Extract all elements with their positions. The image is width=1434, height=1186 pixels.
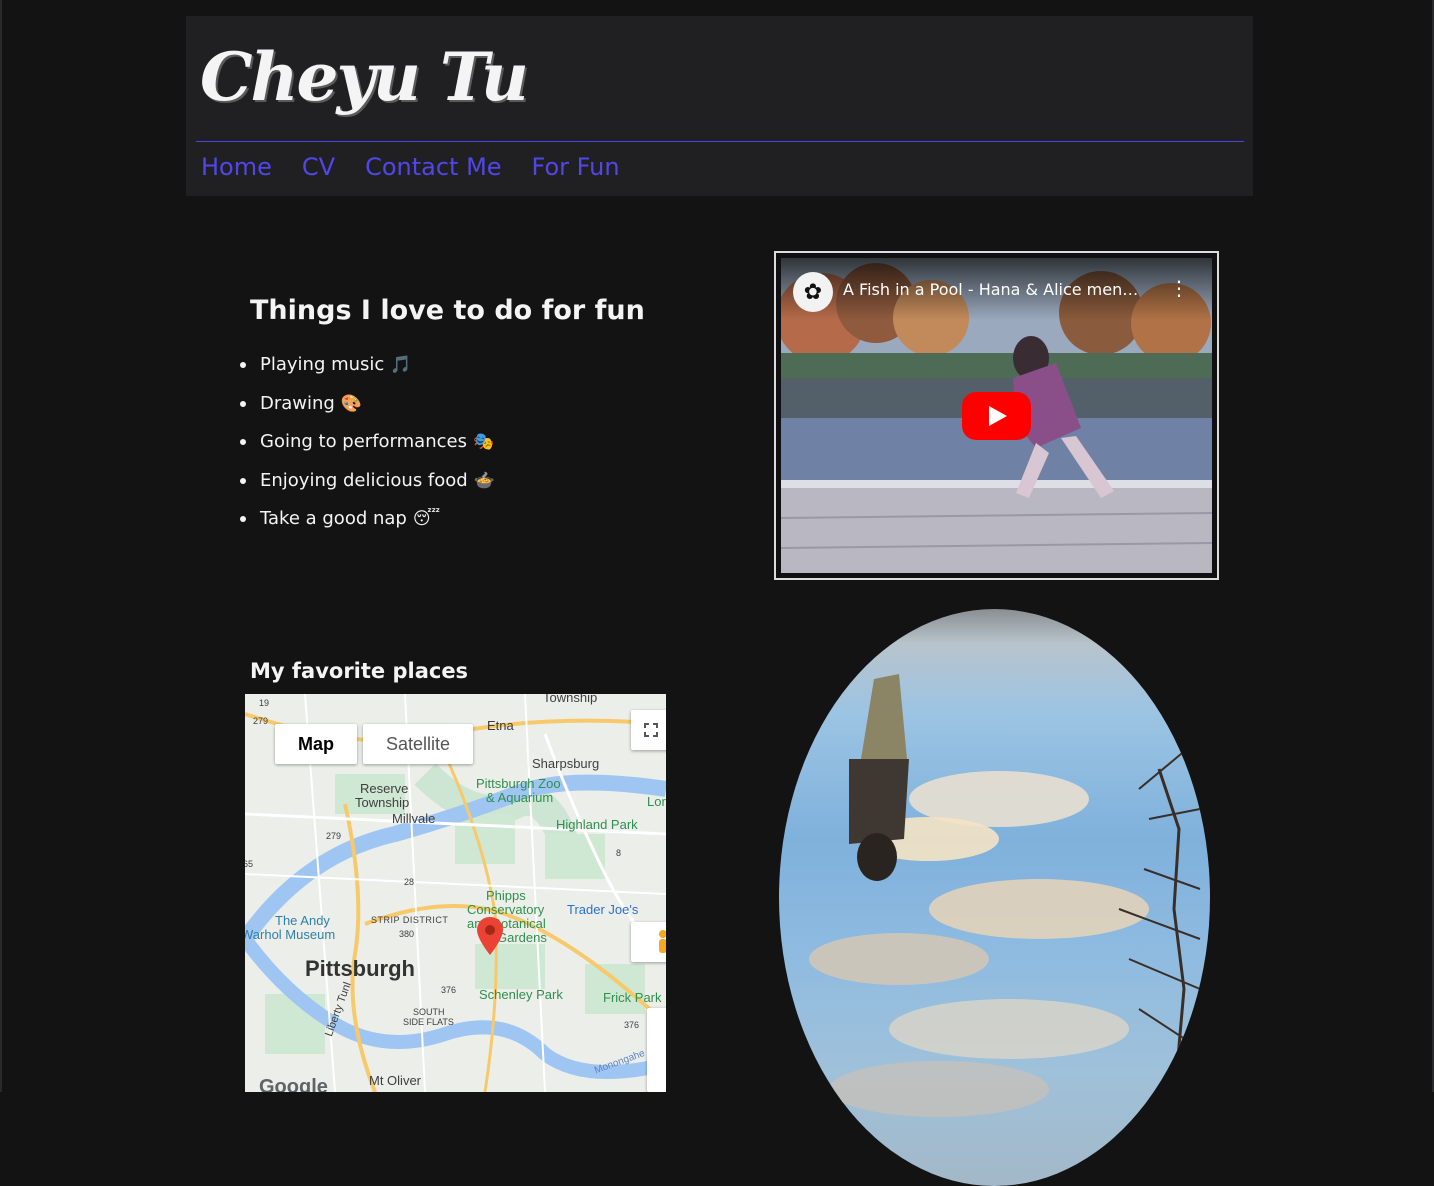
map-label: Mt Oliver [369,1073,421,1088]
list-item: Enjoying delicious food 🍲 [240,462,495,501]
list-item-text: Take a good nap [260,508,407,529]
pegman-icon[interactable] [631,922,666,962]
map-label: Sharpsburg [532,756,600,771]
site-header: Cheyu Tu Home CV Contact Me For Fun [186,16,1253,196]
map-label: Conservatory [467,902,545,917]
route-shield: 279 [326,831,342,841]
photo-scene [809,674,1201,1117]
map-label: SIDE FLATS [403,1017,454,1027]
food-bowl-icon: 🍲 [473,470,495,491]
list-item: Take a good nap 😴 [240,500,495,539]
channel-avatar-icon[interactable]: ✿ [793,272,833,312]
nav-link-contact[interactable]: Contact Me [365,150,501,184]
route-shield: 8 [616,848,622,858]
map-label: Frick Park [603,990,662,1005]
map-pin-icon[interactable] [477,917,503,955]
route-shield: 380 [399,929,415,939]
map-label: Trader Joe's [567,902,639,917]
youtube-video[interactable]: ✿ A Fish in a Pool - Hana & Alice mene..… [781,258,1212,573]
map-label: Highland Park [556,817,638,832]
music-note-icon: 🎵 [390,355,412,375]
google-map[interactable]: Township Etna Sharpsburg Reserve Townshi… [245,694,666,1092]
google-logo[interactable]: Google [259,1076,328,1092]
map-type-map-button[interactable]: Map [275,724,357,764]
fullscreen-icon[interactable] [631,710,666,750]
theater-masks-icon: 🎭 [472,432,495,452]
route-shield: 28 [404,877,415,887]
map-label: Phipps [486,888,526,903]
map-label: Lor [647,794,666,809]
map-type-satellite-button[interactable]: Satellite [363,724,474,764]
map-label: Reserve [360,781,409,796]
places-heading: My favorite places [250,659,469,683]
fun-list: Playing music 🎵 Drawing 🎨 Going to perform… [240,346,495,539]
list-item-text: Going to performances [260,431,467,452]
route-shield: 376 [441,985,457,995]
youtube-play-icon[interactable] [962,392,1031,440]
sleeping-face-icon: 😴 [412,509,441,529]
route-shield: 376 [624,1020,640,1030]
map-label: & Aquarium [486,790,554,805]
map-label: Millvale [392,811,436,826]
site-title[interactable]: Cheyu Tu [200,36,529,118]
route-shield: 65 [245,859,254,869]
map-label: Township [355,795,410,810]
map-type-toggle: Map Satellite [275,724,474,764]
list-item: Going to performances 🎭 [240,423,495,462]
video-title[interactable]: A Fish in a Pool - Hana & Alice mene... [843,280,1143,299]
list-item-text: Enjoying delicious food [260,469,468,491]
nav-link-cv[interactable]: CV [302,150,335,184]
palette-icon: 🎨 [340,393,363,414]
zoom-control[interactable] [647,1008,666,1092]
list-item-text: Playing music [260,354,385,375]
list-item-text: Drawing [260,392,335,414]
map-label: The Andy [275,913,330,928]
route-shield: 19 [259,698,270,708]
route-shield: 279 [253,716,269,726]
page-edge-left [0,0,2,1092]
map-label: Pittsburgh Zoo [476,776,561,791]
map-label: Gardens [497,930,547,945]
fun-heading: Things I love to do for fun [250,295,645,326]
map-label: Pittsburgh [305,956,415,981]
nav-divider [196,141,1244,142]
oval-reflection-photo [779,609,1210,1186]
list-item: Drawing 🎨 [240,385,495,424]
nav-link-for-fun[interactable]: For Fun [532,150,620,184]
nav-link-home[interactable]: Home [201,150,272,184]
map-label: Warhol Museum [245,927,336,942]
main-nav: Home CV Contact Me For Fun [201,150,620,184]
map-label: STRIP DISTRICT [371,915,449,925]
map-label: Etna [487,718,514,733]
video-embed-frame: ✿ A Fish in a Pool - Hana & Alice mene..… [774,251,1219,580]
more-vert-icon[interactable]: ⋮ [1169,278,1189,298]
list-item: Playing music 🎵 [240,346,495,385]
map-label: Schenley Park [479,987,563,1002]
map-label: SOUTH [413,1007,445,1017]
map-label: Township [543,694,598,705]
